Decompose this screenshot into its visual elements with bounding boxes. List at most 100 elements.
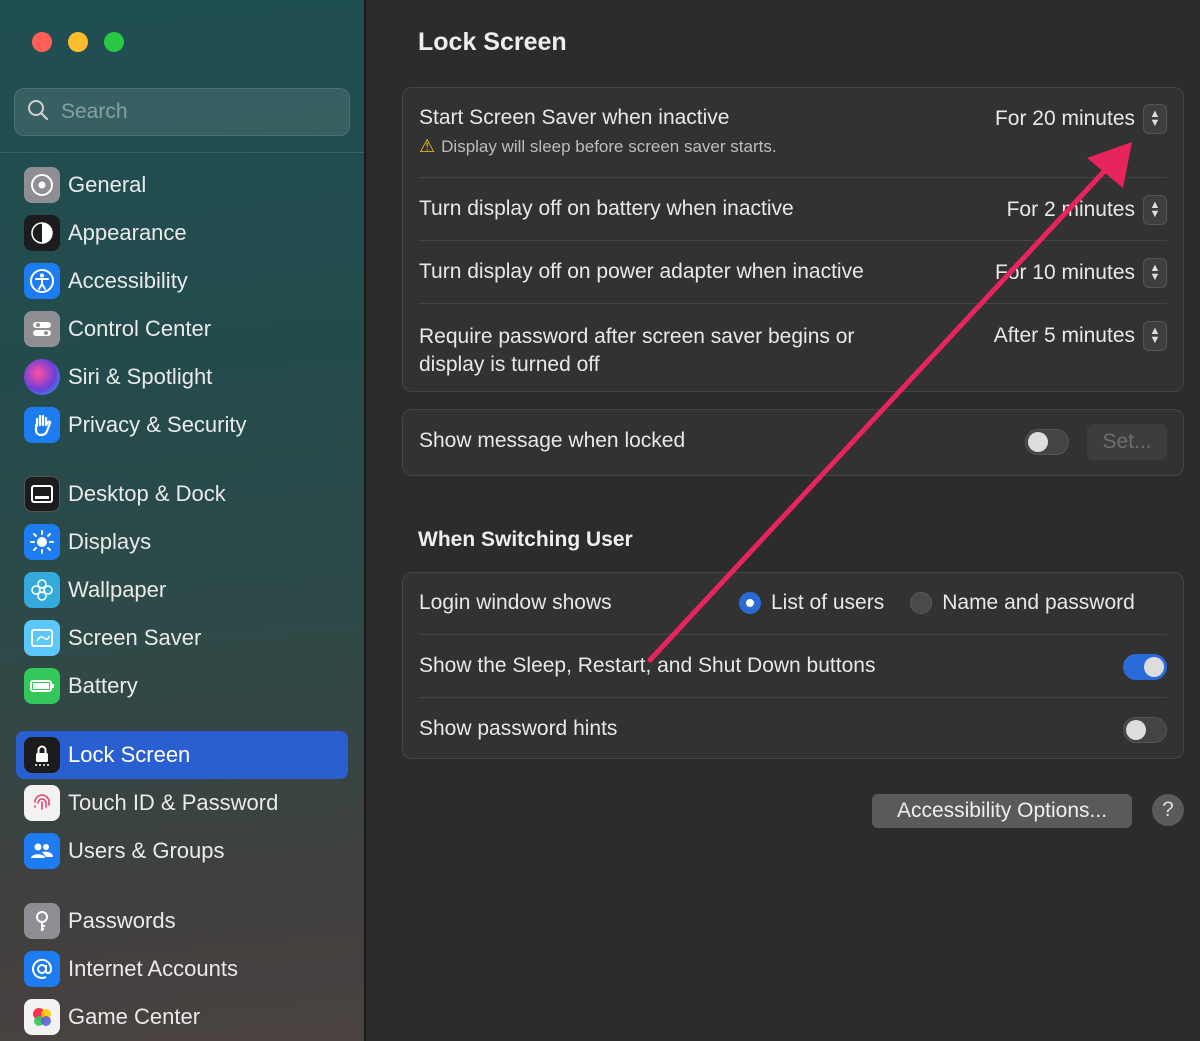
radio-name-and-password[interactable]: Name and password — [910, 591, 1135, 615]
sidebar-item-touch-id-password[interactable]: Touch ID & Password — [16, 779, 348, 827]
radio-list-of-users-label: List of users — [771, 591, 885, 614]
sun-icon — [24, 524, 60, 560]
radio-list-of-users[interactable]: List of users — [739, 591, 884, 615]
sidebar-item-label: Desktop & Dock — [68, 481, 226, 506]
sidebar-item-label: Touch ID & Password — [68, 790, 279, 815]
display-power-value: For 10 minutes — [994, 261, 1135, 284]
radio-selected-indicator — [739, 592, 761, 614]
sidebar-item-desktop-dock[interactable]: Desktop & Dock — [16, 470, 348, 518]
screen-saver-warning: ⚠ Display will sleep before screen saver… — [419, 136, 1167, 157]
accessibility-icon — [24, 263, 60, 299]
sidebar-item-accessibility[interactable]: Accessibility — [16, 257, 348, 305]
zoom-window-button[interactable] — [104, 32, 124, 52]
sidebar-item-passwords[interactable]: Passwords — [16, 897, 348, 945]
sidebar-item-privacy-security[interactable]: Privacy & Security — [16, 401, 348, 449]
sidebar-item-general[interactable]: General — [16, 161, 348, 209]
sidebar-item-displays[interactable]: Displays — [16, 518, 348, 566]
help-button[interactable]: ? — [1152, 794, 1184, 826]
sidebar-item-label: Appearance — [68, 220, 187, 245]
sidebar-item-screen-saver[interactable]: Screen Saver — [16, 614, 348, 662]
search-icon — [27, 99, 49, 126]
accessibility-options-button[interactable]: Accessibility Options... — [872, 794, 1132, 828]
require-password-row: Require password after screen saver begi… — [419, 321, 1167, 379]
sidebar-item-label: Accessibility — [68, 268, 188, 293]
control-center-icon — [24, 311, 60, 347]
close-window-button[interactable] — [32, 32, 52, 52]
password-hints-label: Show password hints — [419, 717, 618, 740]
sidebar-item-lock-screen[interactable]: Lock Screen — [16, 731, 348, 779]
display-battery-value: For 2 minutes — [1006, 198, 1135, 221]
sidebar-item-label: Battery — [68, 673, 138, 698]
sidebar-item-label: Game Center — [68, 1004, 201, 1029]
login-window-row: Login window shows List of users Name an… — [419, 591, 1167, 615]
key-icon — [24, 903, 60, 939]
flower-icon — [24, 572, 60, 608]
sidebar-item-label: Wallpaper — [68, 577, 167, 602]
search-box[interactable] — [14, 88, 350, 136]
sidebar-item-wallpaper[interactable]: Wallpaper — [16, 566, 348, 614]
display-battery-popup[interactable]: For 2 minutes ▲ ▼ — [1007, 195, 1167, 225]
at-icon — [24, 951, 60, 987]
search-input[interactable] — [61, 100, 341, 124]
sidebar-item-label: General — [68, 172, 147, 197]
divider — [419, 303, 1167, 304]
set-message-button[interactable]: Set... — [1087, 424, 1167, 460]
screen-saver-icon — [24, 620, 60, 656]
users-icon — [24, 833, 60, 869]
appearance-icon — [24, 215, 60, 251]
sidebar-item-control-center[interactable]: Control Center — [16, 305, 348, 353]
minimize-window-button[interactable] — [68, 32, 88, 52]
sidebar-item-label: Displays — [68, 529, 152, 554]
section-title-switching-user: When Switching User — [418, 528, 633, 551]
sidebar-item-users-groups[interactable]: Users & Groups — [16, 827, 348, 875]
divider — [419, 177, 1167, 178]
sidebar-item-internet-accounts[interactable]: Internet Accounts — [16, 945, 348, 993]
page-title: Lock Screen — [418, 28, 567, 56]
login-window-options: List of users Name and password — [739, 591, 1135, 615]
sidebar-item-label: Privacy & Security — [68, 412, 247, 437]
sidebar-group-accounts: Passwords Internet Accounts Game Center — [16, 897, 348, 1041]
siri-icon — [24, 359, 60, 395]
lock-icon — [24, 737, 60, 773]
sidebar-item-siri-spotlight[interactable]: Siri & Spotlight — [16, 353, 348, 401]
sidebar: General Appearance Accessibility Control… — [0, 0, 366, 1041]
window-controls — [32, 32, 124, 52]
screen-saver-popup[interactable]: For 20 minutes ▲ ▼ — [995, 104, 1167, 134]
show-message-toggle[interactable] — [1025, 429, 1069, 455]
switching-user-card: Login window shows List of users Name an… — [402, 572, 1184, 759]
display-battery-row: Turn display off on battery when inactiv… — [419, 195, 1167, 225]
main-panel: Lock Screen Start Screen Saver when inac… — [368, 0, 1200, 1041]
sidebar-group-display: Desktop & Dock Displays Wallpaper Screen… — [16, 470, 348, 710]
sidebar-item-appearance[interactable]: Appearance — [16, 209, 348, 257]
display-timeouts-card: Start Screen Saver when inactive ⚠ Displ… — [402, 87, 1184, 392]
require-password-label-line2: display is turned off — [419, 353, 600, 376]
radio-name-and-password-label: Name and password — [942, 591, 1135, 614]
sidebar-item-game-center[interactable]: Game Center — [16, 993, 348, 1041]
password-hints-toggle[interactable] — [1123, 717, 1167, 743]
display-power-popup[interactable]: For 10 minutes ▲ ▼ — [995, 258, 1167, 288]
sidebar-item-label: Internet Accounts — [68, 956, 238, 981]
sidebar-item-label: Passwords — [68, 908, 176, 933]
divider — [419, 240, 1167, 241]
require-password-popup[interactable]: After 5 minutes ▲ ▼ — [994, 321, 1167, 351]
sidebar-divider — [0, 152, 364, 153]
sidebar-item-label: Users & Groups — [68, 838, 225, 863]
sidebar-item-label: Screen Saver — [68, 625, 202, 650]
chevron-updown-icon: ▲ ▼ — [1143, 258, 1167, 288]
divider — [419, 697, 1167, 698]
screen-saver-row: Start Screen Saver when inactive ⚠ Displ… — [419, 104, 1167, 157]
game-center-icon — [24, 999, 60, 1035]
sidebar-item-label: Siri & Spotlight — [68, 364, 213, 389]
divider — [419, 634, 1167, 635]
sidebar-item-label: Lock Screen — [68, 742, 191, 767]
dock-icon — [24, 476, 60, 512]
screen-saver-value: For 20 minutes — [994, 107, 1135, 130]
chevron-updown-icon: ▲ ▼ — [1143, 195, 1167, 225]
gear-icon — [24, 167, 60, 203]
sleep-buttons-toggle[interactable] — [1123, 654, 1167, 680]
radio-unselected-indicator — [910, 592, 933, 614]
sleep-buttons-label: Show the Sleep, Restart, and Shut Down b… — [419, 654, 876, 677]
sidebar-item-label: Control Center — [68, 316, 212, 341]
display-power-row: Turn display off on power adapter when i… — [419, 258, 1167, 288]
sidebar-item-battery[interactable]: Battery — [16, 662, 348, 710]
